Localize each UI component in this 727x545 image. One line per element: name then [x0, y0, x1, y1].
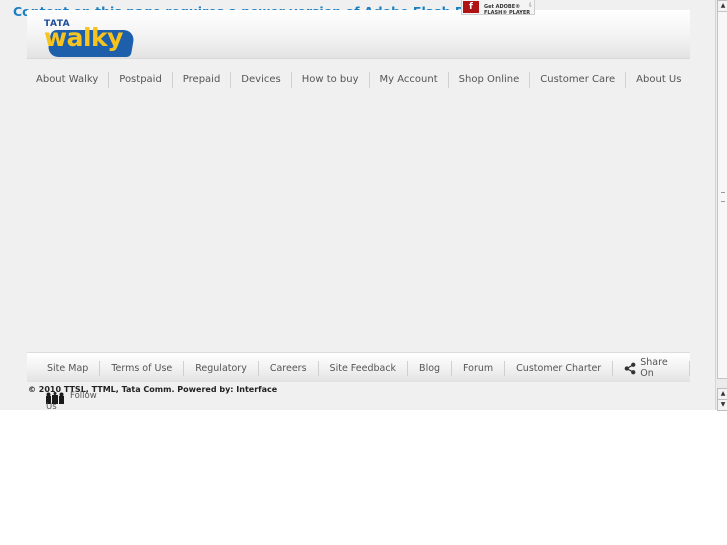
nav-item-my-account[interactable]: My Account [370, 72, 449, 88]
nav-item-customer-care[interactable]: Customer Care [530, 72, 627, 88]
nav-item-postpaid[interactable]: Postpaid [109, 72, 173, 88]
page-viewport: Content on this page requires a newer ve… [0, 0, 715, 410]
download-arrow-icon: ⇩ [528, 2, 534, 9]
scroll-grip [721, 192, 725, 202]
share-on-label: Share On [640, 357, 668, 379]
site-footer: Site Map Terms of Use Regulatory Careers… [27, 352, 690, 382]
site-header: TATA walky [27, 10, 690, 59]
get-flash-text: Get ADOBE® FLASH® PLAYER [484, 4, 531, 16]
follow-label: Follow [70, 391, 97, 401]
footer-link-site-feedback[interactable]: Site Feedback [319, 360, 409, 376]
follow-us-label: Us [46, 402, 57, 410]
tata-walky-logo[interactable]: TATA walky [44, 16, 136, 57]
footer-link-forum[interactable]: Forum [452, 360, 506, 376]
footer-link-regulatory[interactable]: Regulatory [184, 360, 259, 376]
get-flash-player-badge[interactable]: f Get ADOBE® FLASH® PLAYER ⇩ [461, 0, 535, 16]
share-icon [624, 362, 636, 374]
footer-link-site-map[interactable]: Site Map [39, 360, 101, 376]
nav-item-how-to-buy[interactable]: How to buy [292, 72, 370, 88]
vertical-scrollbar[interactable]: ▲ ▲ ▼ [715, 0, 727, 411]
main-nav: About Walky Postpaid Prepaid Devices How… [28, 71, 691, 89]
nav-item-prepaid[interactable]: Prepaid [173, 72, 232, 88]
nav-item-devices[interactable]: Devices [231, 72, 292, 88]
scroll-thumb[interactable] [717, 11, 727, 379]
flash-player-icon: f [463, 1, 479, 13]
footer-links: Site Map Terms of Use Regulatory Careers… [39, 357, 690, 379]
nav-item-about-walky[interactable]: About Walky [28, 72, 110, 88]
footer-link-terms-of-use[interactable]: Terms of Use [100, 360, 185, 376]
nav-item-shop-online[interactable]: Shop Online [449, 72, 531, 88]
logo-walky-text: walky [44, 23, 123, 52]
scroll-down-button[interactable]: ▼ [717, 399, 727, 411]
share-on-button[interactable]: Share On [613, 357, 690, 379]
footer-link-careers[interactable]: Careers [259, 360, 319, 376]
footer-link-customer-charter[interactable]: Customer Charter [505, 360, 614, 376]
follow-us-button[interactable]: Follow Us [46, 390, 106, 410]
nav-item-about-us[interactable]: About Us [626, 72, 691, 88]
footer-link-blog[interactable]: Blog [408, 360, 453, 376]
